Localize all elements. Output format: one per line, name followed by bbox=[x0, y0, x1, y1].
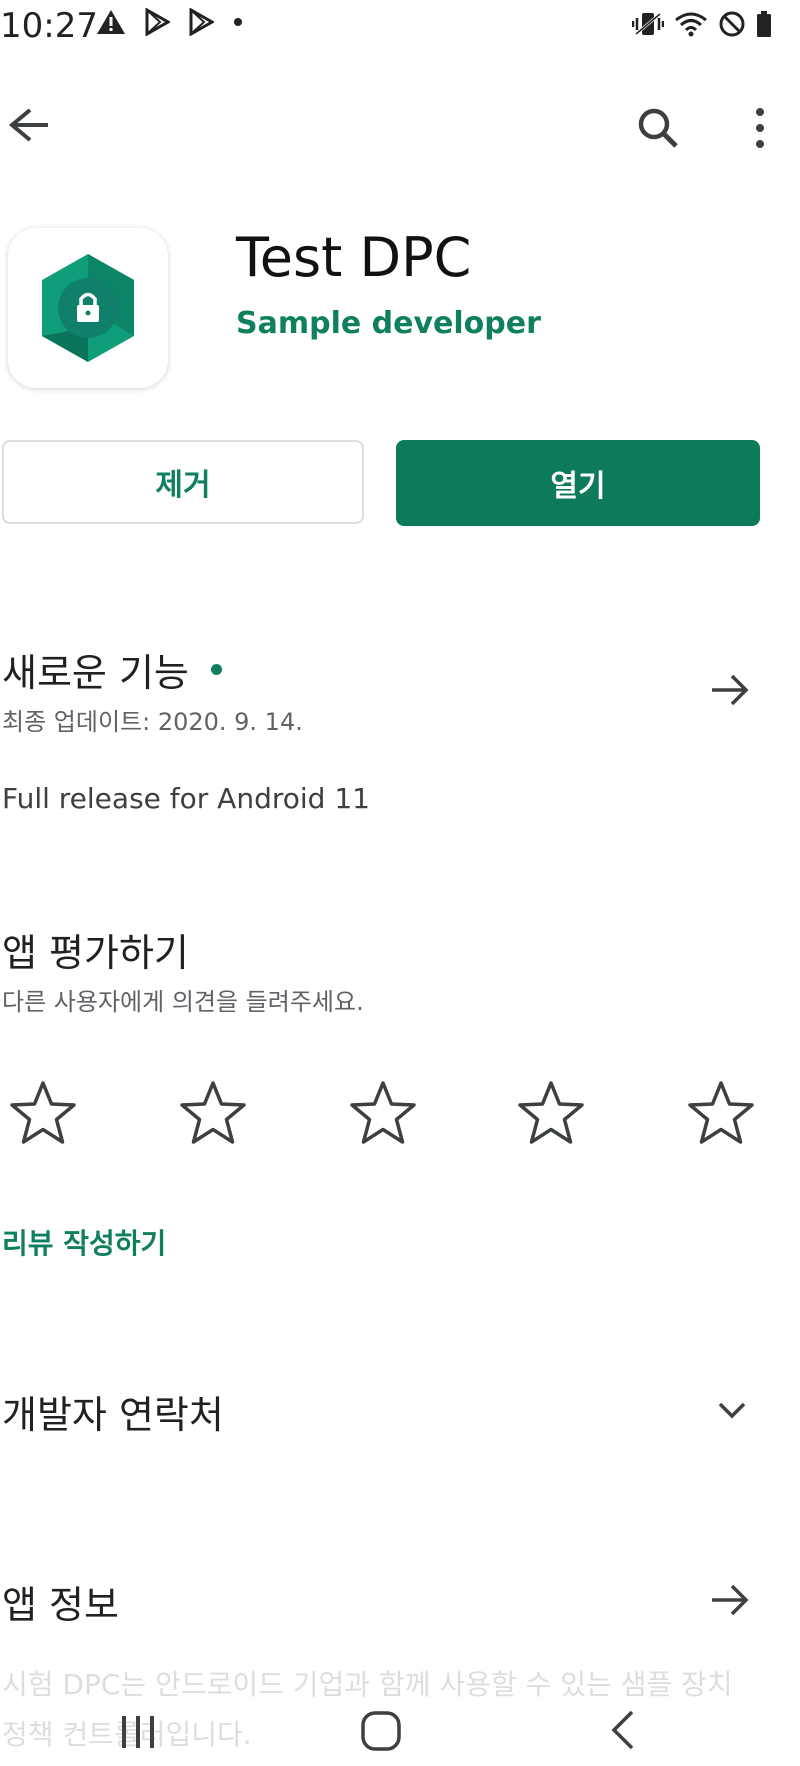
recent-apps-icon[interactable] bbox=[116, 1712, 160, 1752]
new-indicator-dot bbox=[210, 664, 222, 675]
arrow-forward-icon[interactable] bbox=[708, 668, 752, 712]
app-icon bbox=[8, 228, 168, 388]
uninstall-button[interactable]: 제거 bbox=[2, 440, 364, 524]
toolbar bbox=[0, 80, 800, 170]
developer-contact-title[interactable]: 개발자 연락처 bbox=[2, 1384, 224, 1439]
star-icon[interactable] bbox=[8, 1078, 78, 1148]
arrow-back-icon[interactable] bbox=[0, 100, 50, 150]
whats-new-title-text: 새로운 기능 bbox=[2, 651, 189, 695]
dot-icon bbox=[234, 18, 242, 26]
star-rating bbox=[8, 1078, 768, 1148]
last-updated: 최종 업데이트: 2020. 9. 14. bbox=[2, 708, 303, 736]
status-right-icons bbox=[632, 10, 772, 38]
star-icon[interactable] bbox=[686, 1078, 756, 1148]
home-icon[interactable] bbox=[358, 1708, 404, 1754]
wifi-icon bbox=[675, 12, 707, 37]
navigation-bar bbox=[0, 1700, 800, 1766]
app-title: Test DPC bbox=[236, 226, 472, 289]
nav-back-icon[interactable] bbox=[608, 1708, 638, 1752]
arrow-forward-icon[interactable] bbox=[708, 1578, 752, 1622]
rate-app-title: 앱 평가하기 bbox=[2, 931, 189, 975]
write-review-link[interactable]: 리뷰 작성하기 bbox=[2, 1222, 166, 1262]
warning-icon bbox=[97, 10, 125, 34]
play-store-app-page: 10:27 Test DPC Sample developer 제거 열기 새로… bbox=[0, 0, 800, 1766]
status-left-icons bbox=[96, 8, 244, 36]
more-vert-icon[interactable] bbox=[740, 100, 780, 160]
play-store-icon bbox=[189, 8, 214, 36]
star-icon[interactable] bbox=[516, 1078, 586, 1148]
lock-hexagon-icon bbox=[42, 254, 134, 362]
status-time: 10:27 bbox=[0, 6, 98, 46]
search-icon[interactable] bbox=[630, 100, 690, 160]
open-button[interactable]: 열기 bbox=[396, 440, 760, 526]
whats-new-title[interactable]: 새로운 기능 bbox=[2, 642, 222, 697]
rate-app-subtitle: 다른 사용자에게 의견을 들려주세요. bbox=[2, 988, 364, 1016]
do-not-disturb-icon bbox=[719, 11, 745, 37]
battery-icon bbox=[757, 11, 771, 37]
star-icon[interactable] bbox=[348, 1078, 418, 1148]
play-store-icon bbox=[145, 8, 170, 36]
vibrate-icon bbox=[632, 12, 664, 36]
chevron-down-icon[interactable] bbox=[712, 1390, 752, 1430]
whats-new-body: Full release for Android 11 bbox=[2, 782, 370, 815]
app-info-title[interactable]: 앱 정보 bbox=[2, 1574, 119, 1629]
star-icon[interactable] bbox=[178, 1078, 248, 1148]
app-developer-link[interactable]: Sample developer bbox=[236, 306, 541, 341]
status-bar: 10:27 bbox=[0, 0, 800, 60]
